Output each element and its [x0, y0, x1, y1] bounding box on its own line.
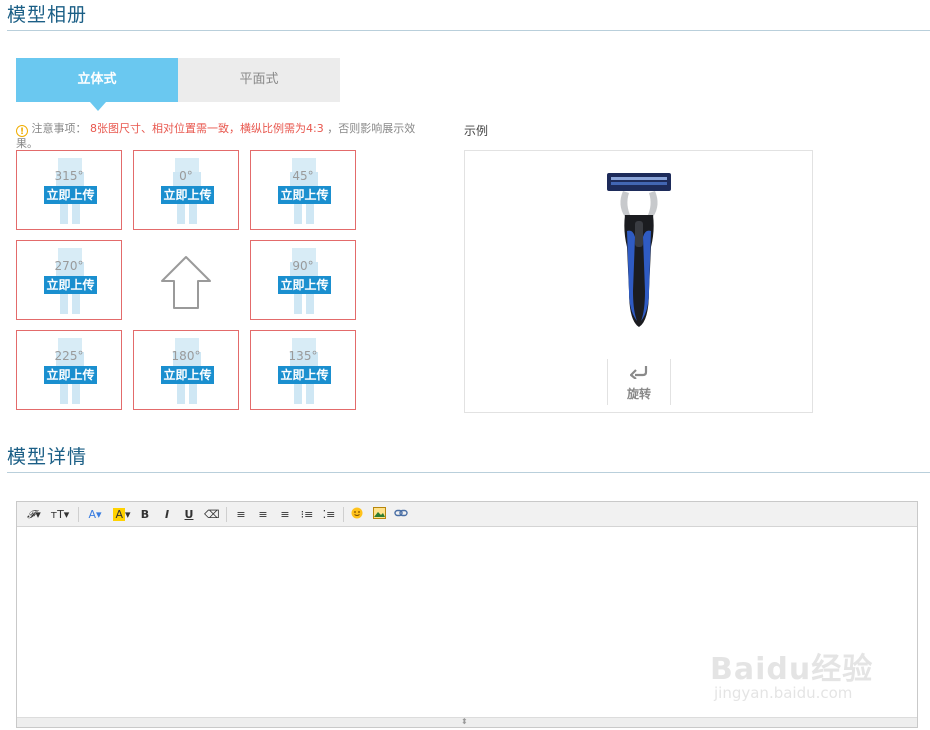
notice-label: 注意事项： — [31, 122, 87, 135]
toolbar-divider — [343, 507, 344, 522]
resize-handle-icon[interactable]: ⬍ — [461, 718, 468, 726]
tab-flat[interactable]: 平面式 — [178, 58, 340, 102]
details-title-divider — [7, 472, 930, 473]
watermark-main: Baidu经验 — [710, 652, 874, 687]
upload-button[interactable]: 立即上传 — [278, 366, 331, 384]
upload-cell-270: 270° 立即上传 — [16, 240, 122, 320]
toolbar-divider — [78, 507, 79, 522]
angle-label: 270° — [54, 259, 84, 273]
example-label: 示例 — [464, 124, 489, 138]
notice: ! 注意事项： 8张图尺寸、相对位置需一致，横纵比例需为4:3 ，否则影响展示效… — [16, 122, 436, 151]
editor-statusbar: ⬍ — [17, 717, 917, 727]
align-center-icon[interactable]: ≡ — [256, 507, 270, 522]
upload-cell-45: 45° 立即上传 — [250, 150, 356, 230]
upload-button[interactable]: 立即上传 — [278, 186, 331, 204]
album-title-divider — [7, 30, 930, 31]
tab-3d[interactable]: 立体式 — [16, 58, 178, 102]
image-icon[interactable] — [372, 507, 386, 522]
up-arrow-icon — [161, 256, 211, 309]
upload-cell-315: 315° 立即上传 — [16, 150, 122, 230]
upload-button[interactable]: 立即上传 — [44, 366, 97, 384]
upload-button[interactable]: 立即上传 — [44, 276, 97, 294]
notice-highlight: 8张图尺寸、相对位置需一致，横纵比例需为4:3 — [90, 122, 324, 135]
underline-icon[interactable]: U — [183, 507, 195, 522]
upload-cell-135: 135° 立即上传 — [250, 330, 356, 410]
angle-label: 90° — [292, 259, 314, 273]
active-tab-pointer — [90, 102, 106, 111]
angle-label: 225° — [54, 349, 84, 363]
details-title: 模型详情 — [7, 446, 88, 468]
album-title: 模型相册 — [7, 4, 88, 26]
upload-cell-0: 0° 立即上传 — [133, 150, 239, 230]
warning-icon: ! — [16, 125, 28, 137]
upload-cell-90: 90° 立即上传 — [250, 240, 356, 320]
link-icon[interactable] — [394, 507, 408, 522]
italic-icon[interactable]: I — [161, 507, 173, 522]
font-family-icon[interactable]: 𝓕▾ — [25, 507, 43, 522]
bold-icon[interactable]: B — [139, 507, 151, 522]
baidu-watermark: Baidu经验 jingyan.baidu.com — [710, 632, 880, 712]
unordered-list-icon[interactable]: ⁚≡ — [322, 507, 336, 522]
upload-cell-180: 180° 立即上传 — [133, 330, 239, 410]
editor-toolbar: 𝓕▾ ᴛT▾ A▾ A ▾ B I U ⌫ ≡ ≡ ≡ ⁝≡ ⁚≡ — [17, 502, 917, 527]
upload-button[interactable]: 立即上传 — [161, 366, 214, 384]
font-color-icon[interactable]: A▾ — [85, 507, 105, 522]
highlight-color-icon[interactable]: A ▾ — [111, 507, 133, 522]
angle-label: 315° — [54, 169, 84, 183]
toolbar-divider — [226, 507, 227, 522]
emoji-icon[interactable] — [350, 507, 364, 522]
upload-cell-225: 225° 立即上传 — [16, 330, 122, 410]
album-tabs: 立体式 平面式 — [16, 58, 340, 111]
rotate-button[interactable]: 旋转 — [607, 359, 671, 405]
font-size-icon[interactable]: ᴛT▾ — [49, 507, 71, 522]
angle-label: 45° — [292, 169, 314, 183]
example-preview: 旋转 — [464, 150, 813, 413]
upload-button[interactable]: 立即上传 — [161, 186, 214, 204]
rotate-label: 旋转 — [626, 387, 651, 401]
upload-button[interactable]: 立即上传 — [278, 276, 331, 294]
upload-button[interactable]: 立即上传 — [44, 186, 97, 204]
razor-image — [607, 173, 671, 327]
align-right-icon[interactable]: ≡ — [278, 507, 292, 522]
align-left-icon[interactable]: ≡ — [234, 507, 248, 522]
ordered-list-icon[interactable]: ⁝≡ — [300, 507, 314, 522]
angle-label: 135° — [288, 349, 318, 363]
angle-label: 180° — [171, 349, 201, 363]
rotate-icon — [630, 366, 648, 379]
angle-label: 0° — [179, 169, 193, 183]
eraser-icon[interactable]: ⌫ — [204, 507, 220, 522]
watermark-sub: jingyan.baidu.com — [714, 684, 853, 702]
